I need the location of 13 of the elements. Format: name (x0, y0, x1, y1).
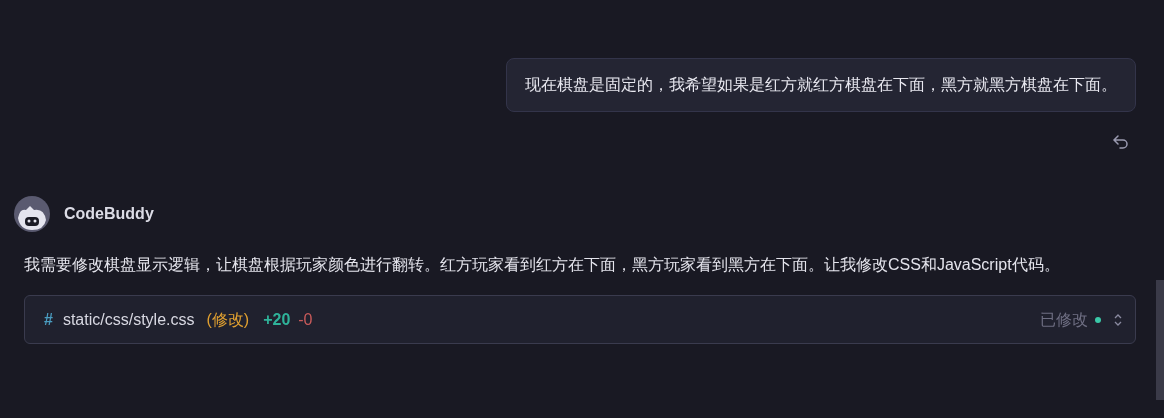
added-lines: +20 (263, 309, 291, 330)
file-change-card[interactable]: # static/css/style.css (修改) +20 -0 已修改 (24, 295, 1136, 344)
file-path: static/css/style.css (62, 309, 195, 330)
assistant-message: 我需要修改棋盘显示逻辑，让棋盘根据玩家颜色进行翻转。红方玩家看到红方在下面，黑方玩家看到黑方在下面。让我修改CSS和JavaScript代码。 (24, 255, 1061, 275)
status-text: 已修改 (1040, 309, 1088, 330)
scrollbar-thumb[interactable] (1156, 280, 1164, 400)
hash-icon: # (44, 307, 53, 332)
assistant-name: CodeBuddy (64, 204, 154, 224)
change-type: (修改) (206, 309, 250, 330)
robot-avatar (14, 196, 50, 232)
removed-lines: -0 (298, 309, 313, 330)
user-message-bubble: 现在棋盘是固定的，我希望如果是红方就红方棋盘在下面，黑方就黑方棋盘在下面。 (506, 58, 1136, 112)
undo-icon[interactable] (1112, 134, 1130, 150)
